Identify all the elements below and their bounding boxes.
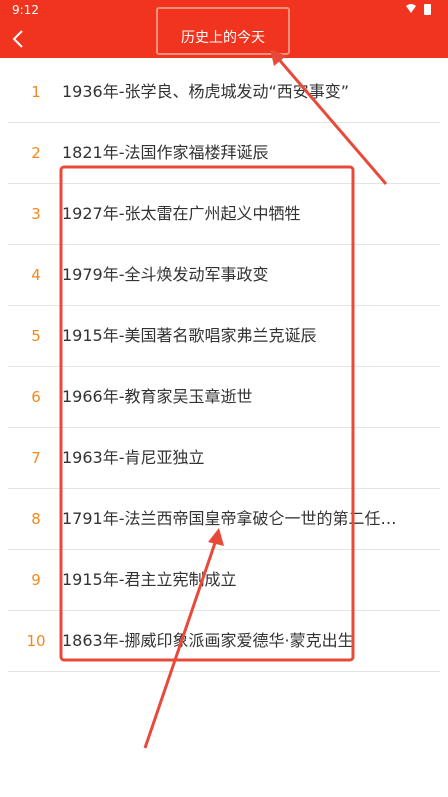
- item-text: 1936年-张学良、杨虎城发动“西安事变”: [62, 82, 350, 101]
- list-item[interactable]: 5 1915年-美国著名歌唱家弗兰克诞辰: [0, 306, 448, 367]
- list-item[interactable]: 6 1966年-教育家吴玉章逝世: [0, 367, 448, 428]
- item-text: 1979年-全斗焕发动军事政变: [62, 265, 269, 284]
- app-bar: 9:12 历史上的今天: [0, 0, 448, 58]
- item-text: 1966年-教育家吴玉章逝世: [62, 387, 253, 406]
- item-text: 1915年-君主立宪制成立: [62, 570, 237, 589]
- event-list: 1 1936年-张学良、杨虎城发动“西安事变” 2 1821年-法国作家福楼拜诞辰 …: [0, 62, 448, 672]
- item-text: 1963年-肯尼亚独立: [62, 448, 205, 467]
- item-text: 1791年-法兰西帝国皇帝拿破仑一世的第二任…: [62, 509, 397, 528]
- status-icons: [406, 4, 431, 15]
- status-time: 9:12: [12, 3, 39, 17]
- list-item[interactable]: 4 1979年-全斗焕发动军事政变: [0, 245, 448, 306]
- list-item[interactable]: 10 1863年-挪威印象派画家爱德华·蒙克出生: [0, 611, 448, 672]
- list-item[interactable]: 1 1936年-张学良、杨虎城发动“西安事变”: [0, 62, 448, 123]
- list-item[interactable]: 7 1963年-肯尼亚独立: [0, 428, 448, 489]
- list-item[interactable]: 2 1821年-法国作家福楼拜诞辰: [0, 123, 448, 184]
- item-text: 1927年-张太雷在广州起义中牺牲: [62, 204, 301, 223]
- item-text: 1821年-法国作家福楼拜诞辰: [62, 143, 269, 162]
- back-arrow-icon[interactable]: [8, 28, 30, 50]
- page-title: 历史上的今天: [181, 30, 265, 46]
- item-text: 1863年-挪威印象派画家爱德华·蒙克出生: [62, 631, 354, 650]
- battery-icon: [424, 4, 431, 15]
- list-item[interactable]: 9 1915年-君主立宪制成立: [0, 550, 448, 611]
- item-text: 1915年-美国著名歌唱家弗兰克诞辰: [62, 326, 317, 345]
- list-item[interactable]: 3 1927年-张太雷在广州起义中牺牲: [0, 184, 448, 245]
- list-item[interactable]: 8 1791年-法兰西帝国皇帝拿破仑一世的第二任…: [0, 489, 448, 550]
- wifi-icon: [406, 4, 416, 13]
